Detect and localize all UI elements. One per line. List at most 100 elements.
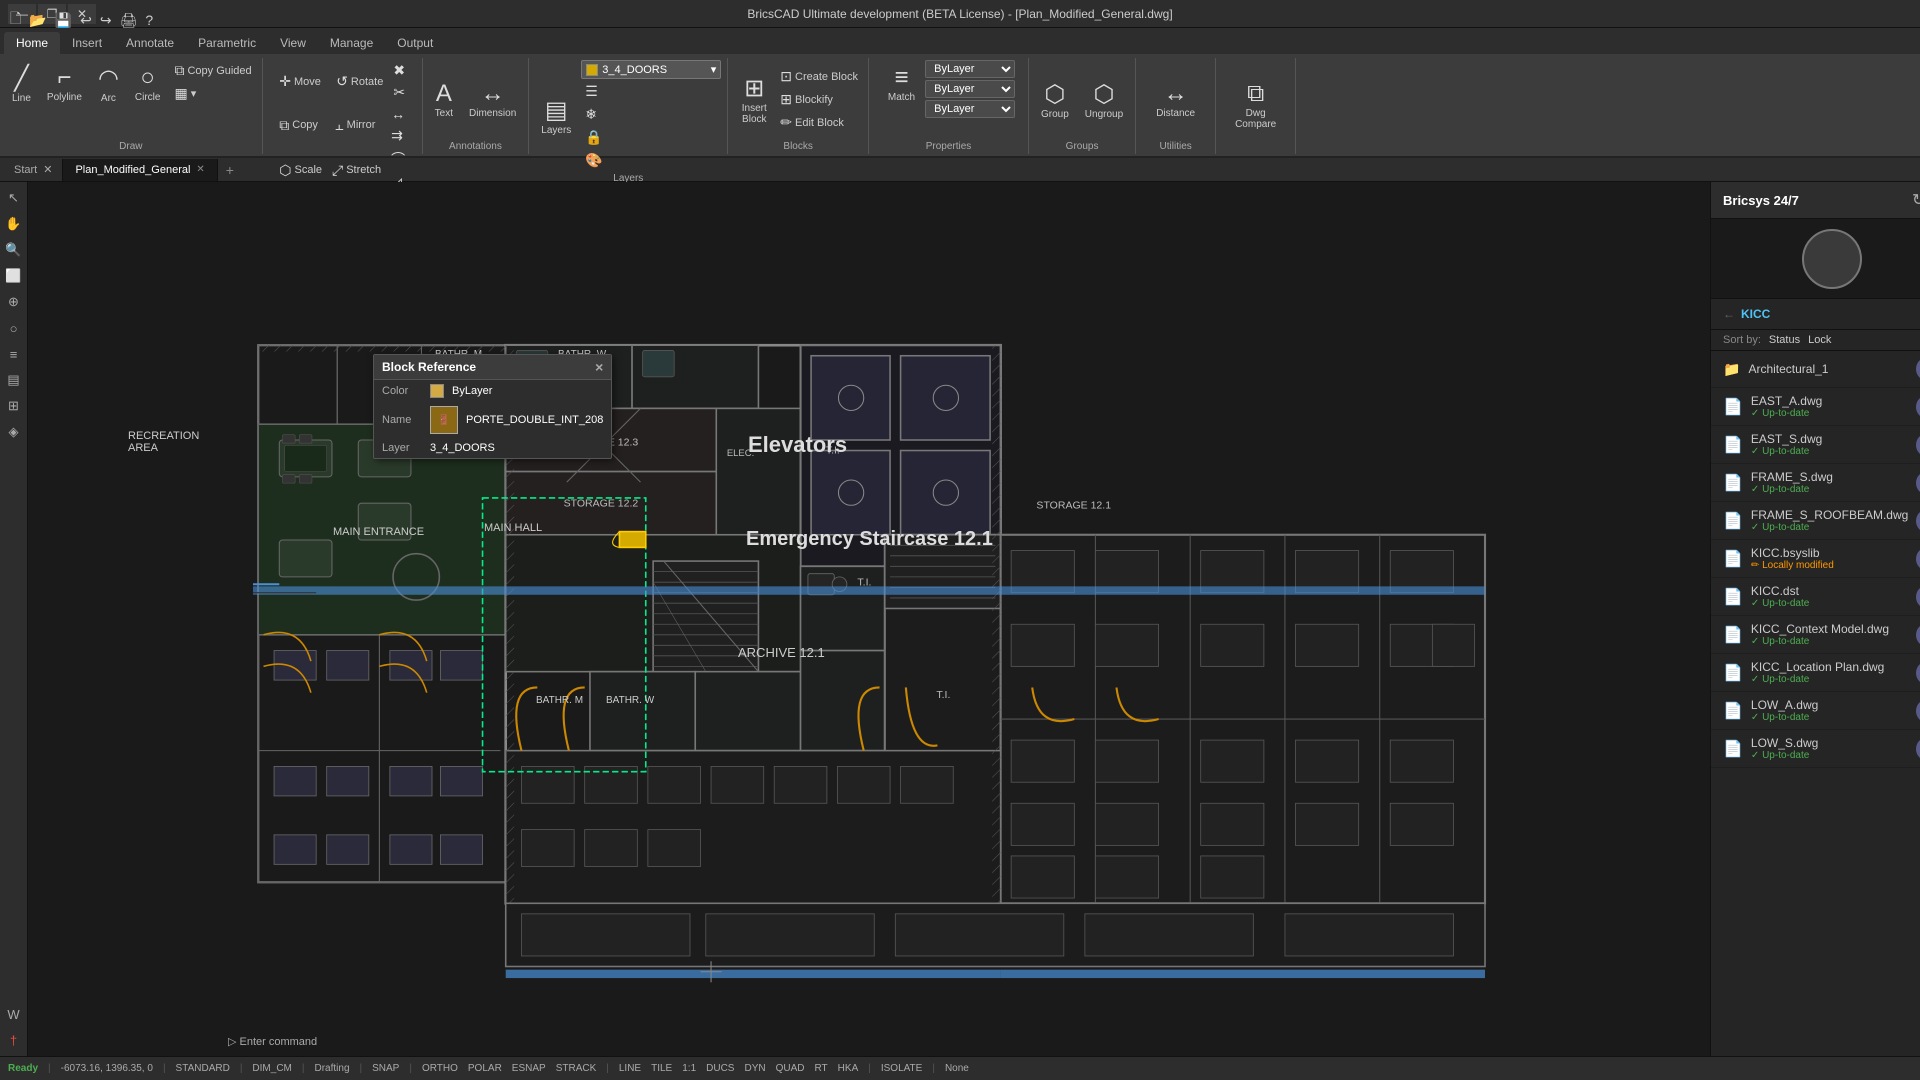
modify-mirror-btn[interactable]: ⫠ Mirror — [331, 104, 385, 146]
layer-lock-btn[interactable]: 🔒 — [581, 127, 721, 148]
modify-copy-btn[interactable]: ⧉ Copy — [275, 104, 329, 146]
status-isolate-btn[interactable]: ISOLATE — [881, 1063, 923, 1074]
dwg-compare-btn[interactable]: ⧉ DwgCompare — [1229, 76, 1282, 134]
breadcrumb-name[interactable]: KICC — [1741, 307, 1770, 321]
lt-bottom2-btn[interactable]: † — [2, 1028, 26, 1052]
qa-undo[interactable]: ↩ — [78, 10, 94, 31]
file-item-frame-s-roof[interactable]: 📄 FRAME_S_ROOFBEAM.dwg ✓ Up-to-date F — [1711, 502, 1920, 540]
modify-move-btn[interactable]: ✛ Move — [275, 60, 330, 103]
color-selector[interactable]: ByLayer ByBlock Red — [925, 60, 1015, 78]
dimension-btn[interactable]: ↔ Dimension — [463, 76, 522, 123]
sort-lock-option[interactable]: Lock — [1808, 334, 1831, 346]
draw-arc-btn[interactable]: ◠ Arc — [92, 60, 125, 108]
tab-parametric[interactable]: Parametric — [186, 32, 268, 54]
panel-file-list[interactable]: 📁 Architectural_1 A 📄 EAST_A.dwg ✓ Up-to… — [1711, 351, 1920, 1056]
new-tab-btn[interactable]: + — [218, 159, 242, 181]
status-snap-btn[interactable]: SNAP — [372, 1063, 399, 1074]
draw-polyline-btn[interactable]: ⌐ Polyline — [41, 60, 88, 107]
status-rt-btn[interactable]: RT — [815, 1063, 828, 1074]
file-item-low-a[interactable]: 📄 LOW_A.dwg ✓ Up-to-date L — [1711, 692, 1920, 730]
canvas-area[interactable]: STORAGE 12.3 STORAGE 12.2 ELEC. — [28, 182, 1710, 1056]
layers-panel-btn[interactable]: ▤ Layers — [535, 92, 577, 140]
lt-render-btn[interactable]: ◈ — [2, 420, 26, 444]
qa-open[interactable]: 📂 — [27, 10, 48, 31]
status-ortho-btn[interactable]: ORTHO — [422, 1063, 458, 1074]
file-item-east-s[interactable]: 📄 EAST_S.dwg ✓ Up-to-date E — [1711, 426, 1920, 464]
file-item-kicc-location[interactable]: 📄 KICC_Location Plan.dwg ✓ Up-to-date K — [1711, 654, 1920, 692]
qa-help[interactable]: ? — [143, 10, 155, 30]
document-tab[interactable]: Plan_Modified_General ✕ — [63, 159, 217, 181]
tab-insert[interactable]: Insert — [60, 32, 114, 54]
modify-offset-btn[interactable]: ⇉ — [387, 125, 409, 146]
quick-access-toolbar[interactable]: 🗋 📂 💾 ↩ ↪ 🖨 ? — [8, 6, 155, 34]
status-dyn-btn[interactable]: DYN — [744, 1063, 765, 1074]
panel-refresh-icon[interactable]: ↻ — [1912, 190, 1920, 210]
layer-color-btn[interactable]: 🎨 — [581, 150, 721, 171]
tab-output[interactable]: Output — [385, 32, 445, 54]
lt-zoom-window-btn[interactable]: ⬜ — [2, 264, 26, 288]
tab-home[interactable]: Home — [4, 32, 60, 54]
lt-bottom1-btn[interactable]: W — [2, 1002, 26, 1026]
lt-layers-btn[interactable]: ▤ — [2, 368, 26, 392]
status-esnap-btn[interactable]: ESNAP — [512, 1063, 546, 1074]
qa-new[interactable]: 🗋 — [8, 6, 23, 34]
file-item-low-s[interactable]: 📄 LOW_S.dwg ✓ Up-to-date L — [1711, 730, 1920, 768]
document-tab-close[interactable]: ✕ — [196, 164, 204, 175]
file-item-kicc-context[interactable]: 📄 KICC_Context Model.dwg ✓ Up-to-date K — [1711, 616, 1920, 654]
status-ducs-btn[interactable]: DUCS — [706, 1063, 734, 1074]
lt-block-btn[interactable]: ⊞ — [2, 394, 26, 418]
match-btn[interactable]: ≡ Match — [882, 60, 921, 107]
lt-pan-btn[interactable]: ✋ — [2, 212, 26, 236]
tab-view[interactable]: View — [268, 32, 318, 54]
status-none-btn[interactable]: None — [945, 1063, 969, 1074]
distance-btn[interactable]: ↔ Distance — [1150, 76, 1201, 123]
layer-selector[interactable]: 3_4_DOORS ▾ — [581, 60, 721, 79]
qa-print[interactable]: 🖨 — [118, 10, 140, 31]
lineweight-selector[interactable]: ByLayer 0.25 — [925, 100, 1015, 118]
modify-erase-btn[interactable]: ✖ — [389, 60, 409, 81]
sort-status-option[interactable]: Status — [1769, 334, 1800, 346]
lt-zoom-fit-btn[interactable]: ⊕ — [2, 290, 26, 314]
lt-3d-orbit-btn[interactable]: ○ — [2, 316, 26, 340]
modify-trim-btn[interactable]: ✂ — [389, 82, 409, 103]
layer-dropdown-arrow[interactable]: ▾ — [711, 63, 717, 76]
tab-manage[interactable]: Manage — [318, 32, 385, 54]
start-tab-close[interactable]: ✕ — [43, 163, 52, 176]
lt-select-btn[interactable]: ↖ — [2, 186, 26, 210]
create-block-btn[interactable]: ⊡ Create Block — [776, 66, 862, 87]
file-item-kicc-bsys[interactable]: 📄 KICC.bsyslib ✏ Locally modified K — [1711, 540, 1920, 578]
status-polar-btn[interactable]: POLAR — [468, 1063, 502, 1074]
layer-iso-btn[interactable]: ☰ — [581, 81, 721, 102]
status-line-btn[interactable]: LINE — [619, 1063, 641, 1074]
breadcrumb-back-icon[interactable]: ← — [1723, 307, 1735, 321]
lt-zoom-btn[interactable]: 🔍 — [2, 238, 26, 262]
status-tile-btn[interactable]: TILE — [651, 1063, 672, 1074]
group-btn[interactable]: ⬡ Group — [1035, 76, 1075, 124]
file-item-folder[interactable]: 📁 Architectural_1 A — [1711, 351, 1920, 388]
draw-line-btn[interactable]: ╱ Line — [6, 60, 37, 108]
blockify-btn[interactable]: ⊞ Blockify — [776, 89, 862, 110]
ungroup-btn[interactable]: ⬡ Ungroup — [1079, 76, 1129, 124]
draw-circle-btn[interactable]: ○ Circle — [129, 60, 167, 107]
status-quad-btn[interactable]: QUAD — [776, 1063, 805, 1074]
qa-redo[interactable]: ↪ — [98, 10, 114, 31]
edit-block-btn[interactable]: ✏ Edit Block — [776, 112, 862, 133]
layer-freeze-btn[interactable]: ❄ — [581, 104, 721, 125]
modify-extend-btn[interactable]: ↔ — [387, 104, 409, 124]
linetype-selector[interactable]: ByLayer Continuous — [925, 80, 1015, 98]
modify-fillet-btn[interactable]: ⌒ — [387, 147, 409, 171]
insert-block-btn[interactable]: ⊞ InsertBlock — [734, 70, 774, 129]
file-item-east-a[interactable]: 📄 EAST_A.dwg ✓ Up-to-date E — [1711, 388, 1920, 426]
file-item-kicc-dst[interactable]: 📄 KICC.dst ✓ Up-to-date K — [1711, 578, 1920, 616]
qa-save[interactable]: 💾 — [53, 10, 74, 31]
copy-guided-btn[interactable]: ⧉ Copy Guided — [170, 60, 255, 81]
tab-annotate[interactable]: Annotate — [114, 32, 186, 54]
popup-close-btn[interactable]: × — [595, 359, 603, 375]
status-strack-btn[interactable]: STRACK — [556, 1063, 597, 1074]
text-btn[interactable]: A Text — [429, 76, 459, 123]
file-item-frame-s[interactable]: 📄 FRAME_S.dwg ✓ Up-to-date F — [1711, 464, 1920, 502]
status-hka-btn[interactable]: HKA — [838, 1063, 859, 1074]
lt-properties-btn[interactable]: ≡ — [2, 342, 26, 366]
draw-more-btn[interactable]: ▦ ▾ — [170, 83, 255, 104]
modify-rotate-btn[interactable]: ↺ Rotate — [332, 60, 387, 103]
